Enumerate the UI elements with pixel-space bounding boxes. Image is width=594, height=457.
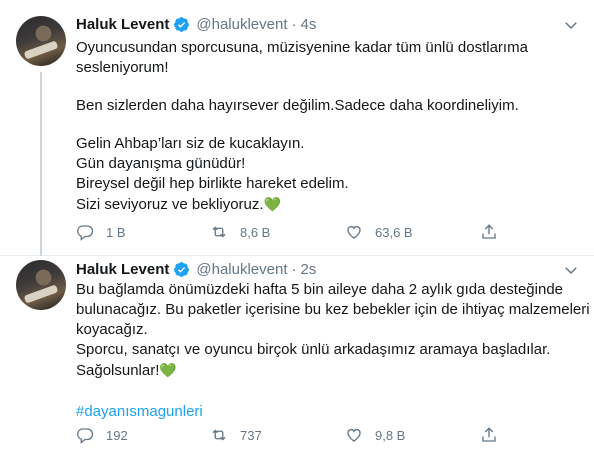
chevron-down-icon[interactable] <box>562 16 580 34</box>
green-heart-emoji: 💚 <box>159 362 177 378</box>
retweet-count: 737 <box>240 427 262 443</box>
avatar[interactable] <box>16 16 66 66</box>
tweet-header: Haluk Levent @haluklevent · 4s <box>76 14 316 34</box>
tweet-line: Sağolsunlar! <box>76 362 160 379</box>
like-count: 9,8 B <box>375 427 406 443</box>
author-name[interactable]: Haluk Levent <box>76 16 169 33</box>
avatar[interactable] <box>16 260 66 310</box>
share-icon <box>482 224 496 239</box>
timestamp[interactable]: 4s <box>301 16 317 33</box>
like-count: 63,6 B <box>375 224 413 240</box>
tweet-line: Gelin Ahbap’ları siz de kucaklayın. <box>76 135 305 152</box>
tweet-line: Bireysel değil hep birlikte hareket edel… <box>76 175 349 192</box>
tweet-line: Sizi seviyoruz ve bekliyoruz. <box>76 196 264 213</box>
reply-count: 192 <box>106 427 128 443</box>
reply-button[interactable]: 1 B <box>76 223 126 241</box>
tweet-actions: 1 B 8,6 B 63,6 B <box>76 222 516 242</box>
tweet[interactable]: Haluk Levent @haluklevent · 2s Bu bağlam… <box>0 256 594 457</box>
share-icon <box>482 427 496 442</box>
author-handle[interactable]: @haluklevent <box>196 261 287 278</box>
like-button[interactable]: 63,6 B <box>345 223 413 241</box>
retweet-count: 8,6 B <box>240 224 271 240</box>
timestamp[interactable]: 2s <box>301 261 317 278</box>
hashtag-link[interactable]: #dayanısmagunleri <box>76 402 581 422</box>
like-button[interactable]: 9,8 B <box>345 426 405 444</box>
tweet-line: bulunacağız. Bu paketler içerisine bu ke… <box>76 301 590 318</box>
retweet-icon <box>212 226 226 238</box>
verified-badge-icon <box>174 261 190 277</box>
retweet-icon <box>212 429 226 441</box>
author-name[interactable]: Haluk Levent <box>76 261 169 278</box>
retweet-button[interactable]: 737 <box>210 426 262 444</box>
separator-dot: · <box>291 15 297 33</box>
tweet-line: Sporcu, sanatçı ve oyuncu birçok ünlü ar… <box>76 341 551 358</box>
tweet-line: koyacağız. <box>76 321 148 338</box>
tweet-line: Gün dayanışma günüdür! <box>76 155 246 172</box>
reply-button[interactable]: 192 <box>76 426 128 444</box>
author-handle[interactable]: @haluklevent <box>196 16 287 33</box>
tweet-line: Bu bağlamda önümüzdeki hafta 5 bin ailey… <box>76 281 564 298</box>
chevron-down-icon[interactable] <box>562 261 580 279</box>
reply-count: 1 B <box>106 224 126 240</box>
share-button[interactable] <box>480 223 510 241</box>
tweet-line: sesleniyorum! <box>76 59 169 76</box>
tweet-line: Oyuncusundan sporcusuna, müzisyenine kad… <box>76 39 528 56</box>
verified-badge-icon <box>174 16 190 32</box>
separator-dot: · <box>291 260 297 278</box>
tweet[interactable]: Haluk Levent @haluklevent · 4s Oyuncusun… <box>0 0 594 256</box>
tweet-actions: 192 737 9,8 B <box>76 425 516 445</box>
tweet-line: Ben sizlerden daha hayırsever değilim.Sa… <box>76 97 519 114</box>
heart-icon <box>347 226 361 239</box>
heart-icon <box>347 429 361 442</box>
green-heart-emoji: 💚 <box>263 196 282 212</box>
reply-icon <box>77 225 94 241</box>
retweet-button[interactable]: 8,6 B <box>210 223 270 241</box>
tweet-header: Haluk Levent @haluklevent · 2s <box>76 259 316 279</box>
share-button[interactable] <box>480 426 510 444</box>
thread-line <box>40 72 42 256</box>
tweet-text: Bu bağlamda önümüzdeki hafta 5 bin ailey… <box>76 280 590 422</box>
tweet-text: Oyuncusundan sporcusuna, müzisyenine kad… <box>76 38 581 214</box>
reply-icon <box>77 428 94 444</box>
